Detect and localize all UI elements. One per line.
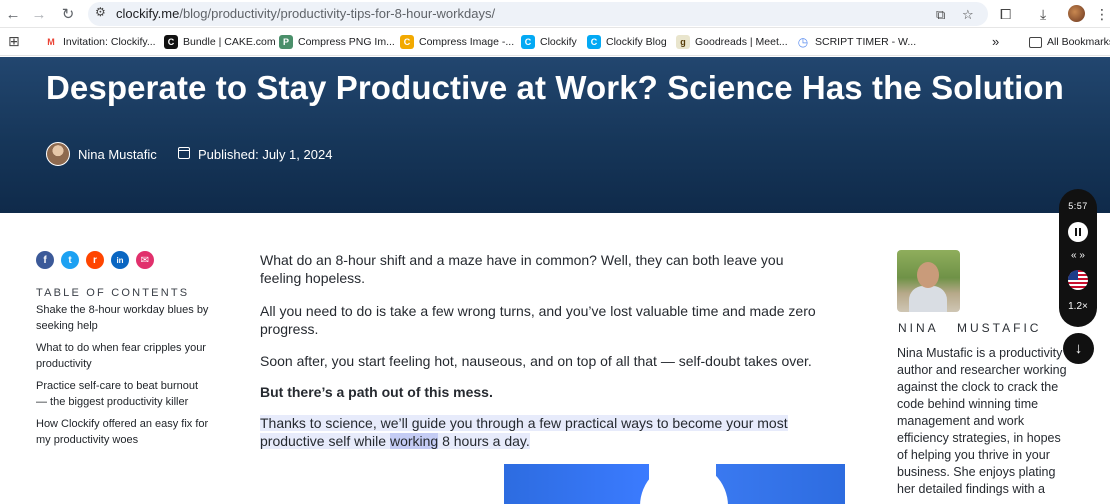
published-date: Published: July 1, 2024	[198, 147, 333, 162]
skip-buttons[interactable]: « »	[1059, 250, 1097, 261]
linkedin-icon[interactable]: in	[111, 251, 129, 269]
toc-title: TABLE OF CONTENTS	[36, 287, 190, 299]
clockify-icon: C	[587, 35, 601, 49]
author-card-name: NINA MUSTAFIC	[898, 321, 1042, 335]
panda-icon: P	[279, 35, 293, 49]
bookmark-label: Bundle | CAKE.com	[183, 36, 276, 48]
author-avatar[interactable]	[46, 142, 70, 166]
page-title: Desperate to Stay Productive at Work? Sc…	[46, 69, 1064, 106]
speechify-player: 5:57 « » 1.2×	[1059, 189, 1097, 327]
bookmarks-bar: ⊞ M Invitation: Clockify... C Bundle | C…	[0, 28, 1110, 56]
article-image-shape	[640, 462, 728, 504]
bookmark-star-icon[interactable]: ☆	[962, 7, 974, 23]
toc-item[interactable]: What to do when fear cripples your produ…	[36, 340, 211, 372]
article-image	[716, 464, 845, 504]
site-info-icon[interactable]: ⚙	[95, 5, 106, 19]
install-app-icon[interactable]: ⧉	[936, 7, 945, 23]
bookmark-item[interactable]: C Clockify	[521, 34, 577, 50]
author-name-link[interactable]: Nina Mustafic	[78, 147, 157, 162]
reddit-icon[interactable]: r	[86, 251, 104, 269]
timer-icon: ◷	[796, 35, 810, 49]
bookmark-item[interactable]: C Clockify Blog	[587, 34, 667, 50]
folder-icon	[1029, 36, 1042, 48]
download-icon[interactable]: ⤓	[1040, 6, 1046, 23]
clockify-icon: C	[521, 35, 535, 49]
article-image	[504, 464, 649, 504]
twitter-icon[interactable]: t	[61, 251, 79, 269]
toc-item[interactable]: How Clockify offered an easy fix for my …	[36, 416, 211, 448]
bookmark-label: Goodreads | Meet...	[695, 36, 788, 48]
pause-icon[interactable]	[1068, 222, 1088, 242]
reload-icon[interactable]: ↻	[57, 4, 79, 24]
toc-item[interactable]: Practice self-care to beat burnout — the…	[36, 378, 211, 410]
gmail-icon: M	[44, 35, 58, 49]
calendar-icon	[178, 147, 190, 159]
menu-kebab-icon[interactable]: ⋮	[1095, 6, 1109, 23]
article-paragraph: All you need to do is take a few wrong t…	[260, 303, 816, 337]
bookmark-item[interactable]: ◷ SCRIPT TIMER - W...	[796, 34, 916, 50]
bold-text: But there’s a path out of this mess.	[260, 384, 493, 400]
bookmark-label: Clockify Blog	[606, 36, 667, 48]
toc-item[interactable]: Shake the 8-hour workday blues by seekin…	[36, 302, 211, 334]
profile-avatar[interactable]	[1068, 5, 1085, 22]
article-paragraph-bold: But there’s a path out of this mess.	[260, 383, 820, 401]
forward-arrow-icon[interactable]: →	[28, 4, 50, 24]
bookmark-item[interactable]: M Invitation: Clockify...	[44, 34, 156, 50]
bookmark-item[interactable]: C Compress Image -...	[400, 34, 514, 50]
bookmark-item[interactable]: P Compress PNG Im...	[279, 34, 395, 50]
bookmark-label: Clockify	[540, 36, 577, 48]
cake-icon: C	[164, 35, 178, 49]
article-paragraph: Soon after, you start feeling hot, nause…	[260, 353, 812, 369]
bookmark-item[interactable]: C Bundle | CAKE.com	[164, 34, 276, 50]
all-bookmarks-button[interactable]: All Bookmarks	[1029, 34, 1110, 50]
apps-grid-icon[interactable]: ⊞	[8, 33, 20, 49]
tts-current-word: working	[389, 433, 439, 449]
facebook-icon[interactable]: f	[36, 251, 54, 269]
browser-toolbar: ← → ↻ ⚙ clockify.me/blog/productivity/pr…	[0, 0, 1110, 28]
playback-time: 5:57	[1068, 201, 1088, 211]
extensions-icon[interactable]: ⧠	[1000, 6, 1011, 23]
arrow-down-icon[interactable]: ↓	[1063, 333, 1094, 364]
us-flag-icon[interactable]	[1068, 270, 1088, 290]
tts-highlight: 8 hours a day.	[438, 433, 530, 449]
bookmark-label: All Bookmarks	[1047, 36, 1110, 48]
bookmark-label: Invitation: Clockify...	[63, 36, 156, 48]
article-paragraph-highlighted: Thanks to science, we’ll guide you throu…	[260, 414, 820, 450]
compress-icon: C	[400, 35, 414, 49]
playback-speed[interactable]: 1.2×	[1059, 301, 1097, 312]
author-bio: Nina Mustafic is a productivity author a…	[897, 346, 1067, 496]
back-arrow-icon[interactable]: ←	[2, 4, 24, 24]
bookmark-label: Compress Image -...	[419, 36, 515, 48]
bookmark-item[interactable]: g Goodreads | Meet...	[676, 34, 788, 50]
goodreads-icon: g	[676, 35, 690, 49]
email-icon[interactable]: ✉	[136, 251, 154, 269]
article-hero: Desperate to Stay Productive at Work? Sc…	[0, 57, 1110, 213]
bookmark-label: Compress PNG Im...	[298, 36, 395, 48]
more-bookmarks-icon[interactable]: »	[992, 33, 999, 49]
url-text: clockify.me/blog/productivity/productivi…	[116, 6, 496, 21]
address-bar[interactable]: ⚙ clockify.me/blog/productivity/producti…	[88, 2, 988, 26]
author-photo	[897, 250, 960, 312]
article-paragraph: What do an 8-hour shift and a maze have …	[260, 252, 784, 286]
bookmark-label: SCRIPT TIMER - W...	[815, 36, 917, 48]
